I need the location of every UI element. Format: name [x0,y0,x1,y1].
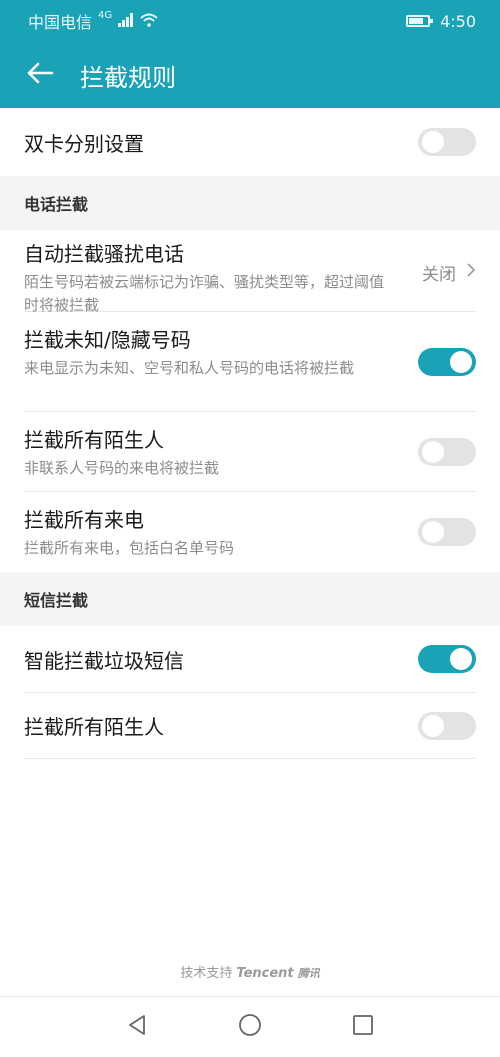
row-title: 拦截所有来电 [24,508,144,532]
nav-home-button[interactable] [230,1007,270,1047]
top-bar: 中国电信 4G 4:50 拦截规则 [0,0,500,108]
wifi-icon [140,12,158,31]
circle-home-icon [237,1012,263,1042]
block-strangers-toggle[interactable] [418,438,476,466]
back-button[interactable] [24,59,56,91]
square-recents-icon [352,1014,374,1040]
row-title: 智能拦截垃圾短信 [24,648,184,673]
toggle-knob [422,715,444,737]
row-title: 自动拦截骚扰电话 [24,242,184,266]
auto-block-value[interactable]: 关闭 [422,260,476,285]
toggle-knob [422,441,444,463]
list-item-block-all-calls[interactable]: 拦截所有来电 拦截所有来电，包括白名单号码 [24,492,476,572]
network-type: 4G [98,9,113,21]
sms-strangers-toggle[interactable] [418,712,476,740]
section-call-block: 电话拦截 [0,176,500,230]
dual-sim-toggle[interactable] [418,128,476,156]
tencent-logo: Tencent [236,966,294,981]
clock: 4:50 [440,11,476,31]
status-right: 4:50 [406,12,476,31]
row-title: 拦截未知/隐藏号码 [24,328,191,352]
nav-back-button[interactable] [117,1007,157,1047]
row-subtitle: 非联系人号码的来电将被拦截 [24,459,220,477]
row-subtitle: 陌生号码若被云端标记为诈骗、骚扰类型等，超过阈值时将被拦截 [24,273,385,314]
block-all-calls-toggle[interactable] [418,518,476,546]
settings-list: 双卡分别设置 电话拦截 自动拦截骚扰电话 陌生号码若被云端标记为诈骗、骚扰类型等… [0,108,500,996]
toggle-knob [422,131,444,153]
smart-sms-toggle[interactable] [418,645,476,673]
list-item-auto-block-harassment[interactable]: 自动拦截骚扰电话 陌生号码若被云端标记为诈骗、骚扰类型等，超过阈值时将被拦截 关… [24,230,476,314]
list-item-block-strangers[interactable]: 拦截所有陌生人 非联系人号码的来电将被拦截 [24,412,476,492]
triangle-back-icon [126,1013,148,1041]
signal-icon [118,12,134,31]
system-nav-bar [0,996,500,1057]
toggle-knob [450,648,472,670]
value-text: 关闭 [422,265,456,285]
row-title: 拦截所有陌生人 [24,428,164,452]
section-sms-block: 短信拦截 [0,572,500,626]
list-item-block-unknown[interactable]: 拦截未知/隐藏号码 来电显示为未知、空号和私人号码的电话将被拦截 [24,312,476,412]
nav-recents-button[interactable] [343,1007,383,1047]
toggle-knob [422,521,444,543]
row-subtitle: 来电显示为未知、空号和私人号码的电话将被拦截 [24,359,355,377]
carrier-name: 中国电信 [28,13,93,32]
row-subtitle: 拦截所有来电，包括白名单号码 [24,539,235,557]
credit-prefix: 技术支持 [180,966,233,981]
toggle-knob [450,351,472,373]
battery-icon [406,15,434,27]
status-left: 中国电信 4G [28,9,158,33]
page-title: 拦截规则 [80,63,176,92]
back-arrow-icon [26,61,54,89]
tencent-logo-cn: 腾讯 [297,967,320,980]
tech-support-credit: 技术支持 Tencent 腾讯 [0,962,500,981]
status-bar: 中国电信 4G 4:50 [0,0,500,42]
battery-level [409,18,424,24]
dual-sim-label: 双卡分别设置 [24,131,144,156]
dual-sim-row[interactable]: 双卡分别设置 [24,108,476,176]
row-title: 拦截所有陌生人 [24,715,164,739]
block-unknown-toggle[interactable] [418,348,476,376]
list-item-sms-block-strangers[interactable]: 拦截所有陌生人 [24,693,476,759]
list-item-smart-sms-block[interactable]: 智能拦截垃圾短信 [24,626,476,693]
chevron-right-icon [466,262,476,283]
title-bar: 拦截规则 [0,42,500,108]
